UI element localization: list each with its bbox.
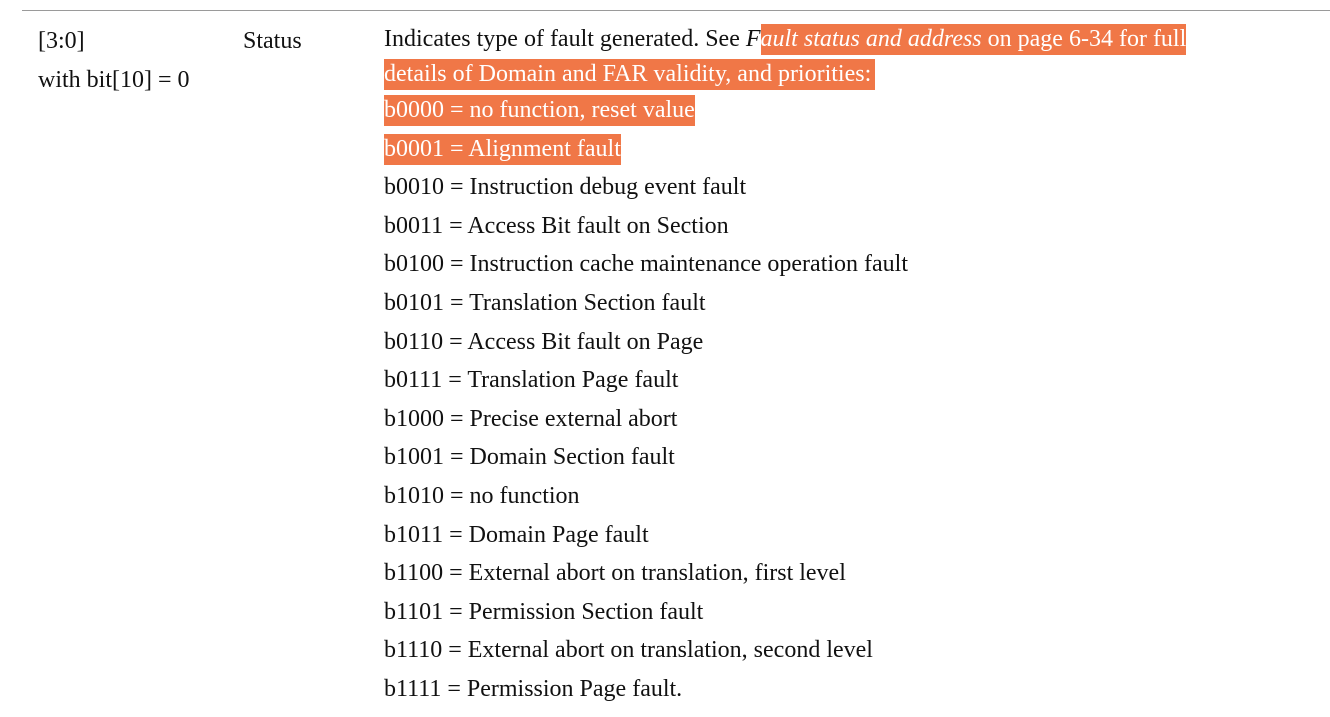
bit-range: [3:0]: [38, 28, 85, 54]
encoding-description: no function: [469, 482, 580, 509]
encoding-code: b1110: [384, 637, 443, 664]
encoding-description: Access Bit fault on Page: [467, 328, 704, 355]
encoding-item: b1111 = Permission Page fault.: [384, 670, 1284, 709]
encoding-code: b0000: [384, 97, 444, 123]
encoding-equals: =: [443, 521, 469, 548]
encoding-item: b0000 = no function, reset value: [384, 91, 1284, 130]
encoding-code: b1011: [384, 521, 444, 548]
encoding-item: b0011 = Access Bit fault on Section: [384, 207, 1284, 246]
encoding-equals: =: [443, 598, 469, 625]
encoding-equals: =: [444, 289, 470, 316]
encoding-code: b1100: [384, 560, 444, 587]
encoding-item: b1000 = Precise external abort: [384, 400, 1284, 439]
encoding-equals: =: [444, 482, 470, 509]
encoding-item: b1010 = no function: [384, 477, 1284, 516]
encoding-description: Instruction debug event fault: [469, 174, 747, 201]
encoding-code: b0100: [384, 251, 444, 278]
encoding-item: b0101 = Translation Section fault: [384, 284, 1284, 323]
encoding-code: b0101: [384, 289, 444, 316]
encoding-item: b1011 = Domain Page fault: [384, 516, 1284, 555]
description-line-2-text: details of Domain and FAR validity, and …: [384, 59, 876, 90]
encoding-equals: =: [443, 560, 469, 587]
encoding-description: External abort on translation, first lev…: [468, 560, 846, 587]
encoding-item: b1101 = Permission Section fault: [384, 593, 1284, 632]
description-suffix: on page 6-34 for full: [981, 26, 1187, 52]
encoding-code: b1001: [384, 444, 444, 471]
function-cell: Indicates type of fault generated. See F…: [384, 22, 1284, 709]
encoding-code: b1101: [384, 598, 444, 625]
encoding-description: Permission Page fault.: [466, 675, 683, 702]
encoding-description: Precise external abort: [469, 405, 678, 432]
encoding-code: b1010: [384, 482, 444, 509]
encoding-item: b0001 = Alignment fault: [384, 130, 1284, 169]
encoding-code: b0110: [384, 328, 444, 355]
encoding-description: no function, reset value: [469, 97, 695, 123]
encoding-equals: =: [444, 444, 470, 471]
cross-reference-initial[interactable]: F: [746, 26, 761, 52]
encoding-code: b0001: [384, 135, 444, 162]
encoding-description: Translation Section fault: [469, 289, 706, 316]
encoding-code: b1000: [384, 405, 444, 432]
bits-cell: [3:0] with bit[10] = 0: [38, 22, 190, 100]
encoding-item: b1100 = External abort on translation, f…: [384, 554, 1284, 593]
encoding-item: b1110 = External abort on translation, s…: [384, 631, 1284, 670]
encoding-list: b0000 = no function, reset value b0001 = …: [384, 91, 1284, 709]
description-prefix: Indicates type of fault generated. See: [384, 26, 746, 52]
encoding-code: b0111: [384, 367, 443, 394]
encoding-description: Instruction cache maintenance operation …: [469, 251, 909, 278]
encoding-code: b1111: [384, 675, 442, 702]
description-line-1: Indicates type of fault generated. See F…: [384, 22, 1284, 58]
table-row-status-field: [3:0] with bit[10] = 0 Status Indicates …: [0, 22, 1330, 712]
encoding-code: b0011: [384, 212, 444, 239]
encoding-equals: =: [444, 174, 470, 201]
encoding-equals: =: [444, 251, 470, 278]
encoding-equals: =: [442, 367, 468, 394]
encoding-item: b0110 = Access Bit fault on Page: [384, 323, 1284, 362]
encoding-code: b0010: [384, 174, 444, 201]
encoding-equals: =: [443, 212, 468, 239]
encoding-item: b0111 = Translation Page fault: [384, 361, 1284, 400]
encoding-equals: =: [444, 135, 469, 162]
description-line-2: details of Domain and FAR validity, and …: [384, 58, 1284, 91]
encoding-description: Domain Section fault: [469, 444, 675, 471]
encoding-description: Alignment fault: [468, 135, 621, 162]
encoding-equals: =: [442, 637, 468, 664]
table-top-rule: [22, 10, 1330, 11]
encoding-equals: =: [444, 97, 470, 123]
encoding-description: Access Bit fault on Section: [467, 212, 729, 239]
encoding-item: b0010 = Instruction debug event fault: [384, 168, 1284, 207]
encoding-description: External abort on translation, second le…: [467, 637, 873, 664]
encoding-description: Permission Section fault: [468, 598, 704, 625]
encoding-description: Domain Page fault: [468, 521, 649, 548]
encoding-item: b1001 = Domain Section fault: [384, 438, 1284, 477]
cross-reference-link[interactable]: ault status and address: [761, 26, 982, 52]
encoding-equals: =: [441, 675, 467, 702]
encoding-equals: =: [443, 328, 468, 355]
encoding-item: b0100 = Instruction cache maintenance op…: [384, 245, 1284, 284]
bit-condition: with bit[10] = 0: [38, 67, 190, 93]
field-name: Status: [243, 28, 302, 54]
encoding-description: Translation Page fault: [467, 367, 679, 394]
encoding-equals: =: [444, 405, 470, 432]
